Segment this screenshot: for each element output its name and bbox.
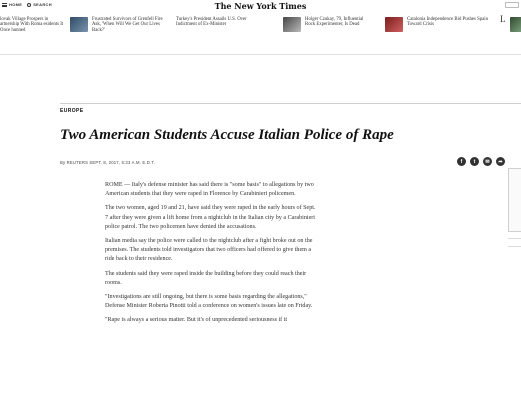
- article-byline: By REUTERS SEPT. 8, 2017, 5:33 A.M. E.D.…: [60, 160, 155, 165]
- strip-item-1[interactable]: Frustrated Survivors of Grenfell Fire As…: [70, 17, 166, 33]
- headline-strip: lovak Village Prospers in artnership Wit…: [0, 14, 521, 53]
- section-label[interactable]: EUROPE: [60, 108, 84, 114]
- divider: [508, 246, 521, 247]
- strip-item-text: Turkey's President Assails U.S. Over Ind…: [176, 17, 247, 28]
- masthead-logo[interactable]: The New York Times: [0, 1, 521, 11]
- section-rule: [60, 103, 521, 104]
- article-paragraph: "Investigations are still ongoing, but t…: [105, 294, 313, 310]
- strip-item-4[interactable]: Catalonia Independence Bid Pushes Spain …: [385, 17, 495, 32]
- article-paragraph: ROME — Italy's defense minister has said…: [105, 182, 314, 198]
- strip-item-0[interactable]: lovak Village Prospers in artnership Wit…: [0, 17, 66, 33]
- strip-item-text: lovak Village Prospers in artnership Wit…: [0, 17, 64, 33]
- strip-divider: [0, 54, 521, 55]
- top-bar: HOME SEARCH The New York Times: [0, 0, 521, 12]
- strip-item-text: Frustrated Survivors of Grenfell Fire As…: [92, 17, 163, 33]
- share-tools: f t ✉ ➦: [457, 157, 505, 166]
- article-paragraph: Italian media say the police were called…: [105, 238, 313, 263]
- strip-item-3[interactable]: Holger Czukay, 79, Influential Rock Expe…: [283, 17, 373, 32]
- twitter-share-icon[interactable]: t: [470, 157, 479, 166]
- article-paragraph: "Rape is always a serious matter. But it…: [105, 317, 288, 324]
- article-body: ROME — Italy's defense minister has said…: [105, 181, 320, 331]
- thumbnail-image: [283, 17, 301, 32]
- thumbnail-image: [70, 17, 88, 32]
- article-headline: Two American Students Accuse Italian Pol…: [60, 127, 394, 143]
- article-paragraph: The students said they were raped inside…: [105, 270, 307, 286]
- strip-item-2[interactable]: Turkey's President Assails U.S. Over Ind…: [176, 17, 268, 28]
- strip-item-text: Holger Czukay, 79, Influential Rock Expe…: [305, 17, 364, 28]
- ad-placeholder[interactable]: [508, 168, 521, 232]
- more-share-icon[interactable]: ➦: [496, 157, 505, 166]
- email-share-icon[interactable]: ✉: [483, 157, 492, 166]
- thumbnail-image: [509, 17, 521, 32]
- divider: [508, 238, 521, 239]
- account-button[interactable]: [505, 2, 519, 8]
- facebook-share-icon[interactable]: f: [457, 157, 466, 166]
- strip-item-5[interactable]: L: [500, 14, 521, 32]
- strip-item-text: L: [500, 14, 506, 24]
- strip-item-text: Catalonia Independence Bid Pushes Spain …: [407, 17, 488, 28]
- article-paragraph: The two women, aged 19 and 21, have said…: [105, 205, 316, 230]
- thumbnail-image: [385, 17, 403, 32]
